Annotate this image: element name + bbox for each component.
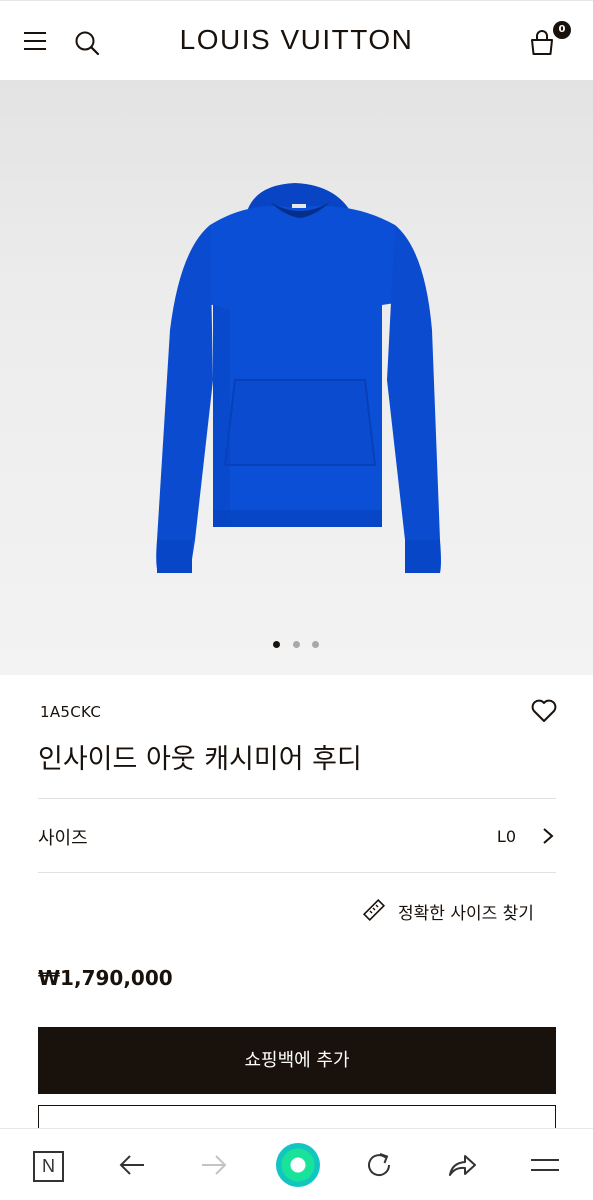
size-label: 사이즈 — [38, 828, 88, 849]
shopping-bag-icon[interactable] — [528, 29, 556, 57]
product-title: 인사이드 아웃 캐시미어 후디 — [38, 744, 362, 775]
refresh-icon[interactable] — [363, 1149, 395, 1181]
naver-home-button[interactable]: N — [33, 1151, 64, 1182]
bag-count-badge: 0 — [553, 21, 571, 39]
menu-icon[interactable] — [24, 32, 46, 50]
size-selector[interactable]: 사이즈 L0 — [38, 799, 556, 872]
add-to-bag-button[interactable]: 쇼핑백에 추가 — [38, 1027, 556, 1094]
search-icon[interactable] — [74, 30, 100, 56]
heart-icon[interactable] — [530, 698, 558, 724]
carousel-dot-3[interactable] — [312, 641, 319, 648]
size-guide-label: 정확한 사이즈 찾기 — [398, 904, 534, 924]
menu-lines-icon[interactable] — [529, 1149, 561, 1181]
product-sku: 1A5CKC — [40, 703, 102, 721]
chevron-right-icon — [543, 828, 554, 844]
browser-toolbar: N — [0, 1128, 593, 1200]
back-arrow-icon[interactable] — [116, 1149, 148, 1181]
product-price: ₩1,790,000 — [38, 966, 173, 990]
green-dot-button[interactable] — [276, 1143, 320, 1187]
top-header: LOUIS VUITTON 0 — [0, 0, 593, 80]
forward-arrow-icon[interactable] — [198, 1149, 230, 1181]
brand-logo[interactable]: LOUIS VUITTON — [150, 24, 443, 56]
product-image-gallery[interactable] — [0, 80, 593, 675]
product-image — [156, 183, 441, 573]
size-value: L0 — [496, 827, 516, 846]
ruler-icon — [362, 898, 386, 922]
share-icon[interactable] — [446, 1149, 478, 1181]
divider — [38, 872, 556, 873]
carousel-dot-2[interactable] — [293, 641, 300, 648]
carousel-dot-1[interactable] — [273, 641, 280, 648]
